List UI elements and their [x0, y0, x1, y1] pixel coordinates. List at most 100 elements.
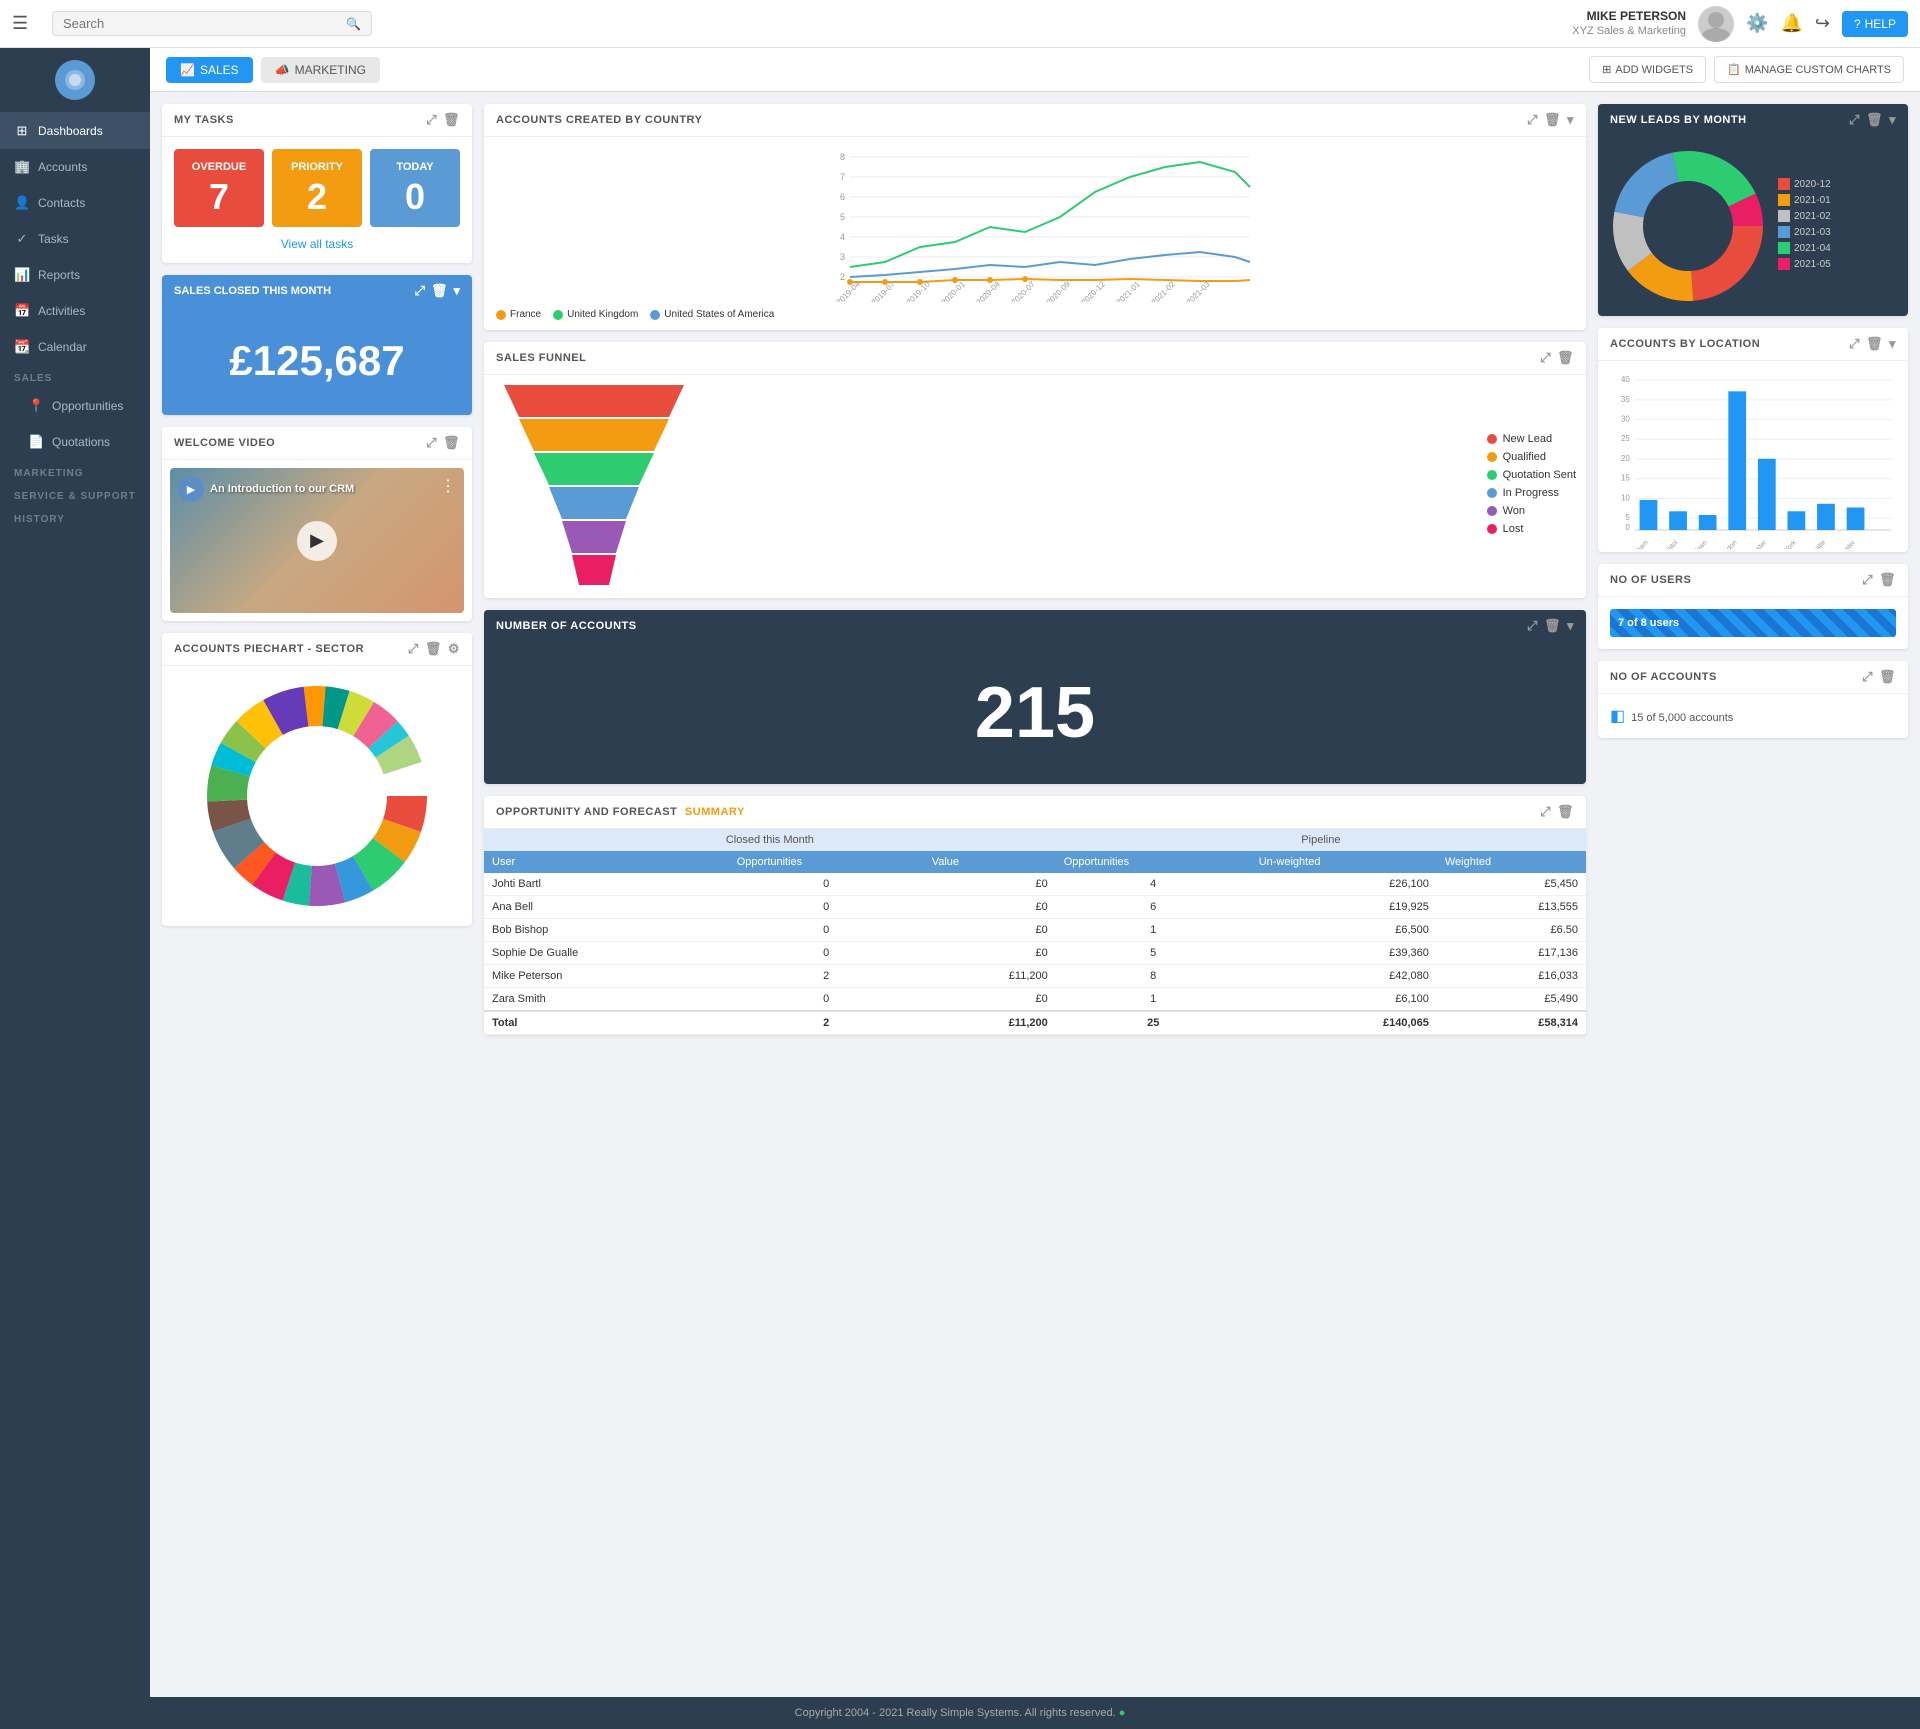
cell-total-label: Total	[484, 1011, 729, 1035]
welcome-video-widget: WELCOME VIDEO ⤢ 🗑 ▶ An Introduction to o…	[162, 427, 472, 621]
welcome-video-header: WELCOME VIDEO ⤢ 🗑	[162, 427, 472, 460]
sales-closed-actions: ⤢ 🗑 ▾	[415, 283, 460, 299]
bell-icon[interactable]: 🔔	[1780, 13, 1802, 34]
svg-text:2021-02: 2021-02	[1150, 279, 1178, 302]
sidebar-item-contacts[interactable]: 👤 Contacts	[0, 185, 150, 221]
svg-text:London: London	[1717, 539, 1738, 549]
svg-text:2021-01: 2021-01	[1115, 279, 1143, 302]
expand-icon[interactable]: ⤢	[1862, 572, 1873, 588]
number-of-accounts-actions: ⤢ 🗑 ▾	[1527, 618, 1574, 634]
sidebar-item-tasks[interactable]: ✓ Tasks	[0, 221, 150, 257]
delete-icon[interactable]: 🗑	[1557, 804, 1574, 820]
new-leads-donut-svg	[1608, 146, 1768, 306]
delete-icon[interactable]: 🗑	[425, 641, 442, 657]
svg-text:New York: New York	[1772, 539, 1798, 549]
marketing-tab[interactable]: 📣 MARKETING	[261, 57, 380, 83]
manage-charts-button[interactable]: 📋 MANAGE CUSTOM CHARTS	[1714, 56, 1904, 83]
expand-icon[interactable]: ⤢	[426, 435, 437, 451]
settings-icon[interactable]: ⚙️	[1746, 13, 1768, 34]
overdue-num: 7	[186, 179, 252, 215]
chevron-down-icon[interactable]: ▾	[1889, 112, 1896, 128]
accounts-by-country-actions: ⤢ 🗑 ▾	[1527, 112, 1574, 128]
logout-icon[interactable]: ↪	[1815, 13, 1830, 34]
delete-icon[interactable]: 🗑	[443, 435, 460, 451]
table-row: Mike Peterson 2 £11,200 8 £42,080 £16,03…	[484, 965, 1586, 988]
green-dot: ●	[1119, 1707, 1126, 1719]
delete-icon[interactable]: 🗑	[1544, 112, 1561, 128]
accounts-by-location-header: ACCOUNTS BY LOCATION ⤢ 🗑 ▾	[1598, 328, 1908, 361]
expand-icon[interactable]: ⤢	[1862, 669, 1873, 685]
sidebar-item-dashboards[interactable]: ⊞ Dashboards	[0, 113, 150, 149]
hamburger-icon[interactable]: ☰	[12, 13, 44, 34]
delete-icon[interactable]: 🗑	[1866, 336, 1883, 352]
sidebar-item-quotations[interactable]: 📄 Quotations	[0, 424, 150, 460]
expand-icon[interactable]: ⤢	[1527, 618, 1538, 634]
expand-icon[interactable]: ⤢	[1849, 112, 1860, 128]
svg-text:2020-09: 2020-09	[1045, 279, 1073, 302]
cell-closed-val: £11,200	[924, 965, 1056, 988]
chevron-down-icon[interactable]: ▾	[1889, 336, 1896, 352]
cell-weighted: £5,450	[1437, 873, 1586, 896]
play-button[interactable]: ▶	[297, 521, 337, 561]
sales-funnel-header: SALES FUNNEL ⤢ 🗑	[484, 342, 1586, 375]
sales-tab[interactable]: 📈 SALES	[166, 57, 253, 83]
delete-icon[interactable]: 🗑	[1557, 350, 1574, 366]
expand-icon[interactable]: ⤢	[1540, 804, 1551, 820]
chevron-down-icon[interactable]: ▾	[453, 283, 460, 299]
expand-icon[interactable]: ⤢	[408, 641, 419, 657]
color-2021-04	[1778, 242, 1790, 254]
settings-icon[interactable]: ⚙	[448, 641, 460, 657]
col-unweighted: Un-weighted	[1251, 851, 1437, 873]
opp-forecast-actions: ⤢ 🗑	[1540, 804, 1574, 820]
sidebar-item-accounts[interactable]: 🏢 Accounts	[0, 149, 150, 185]
cell-weighted: £17,136	[1437, 942, 1586, 965]
chevron-down-icon[interactable]: ▾	[1567, 618, 1574, 634]
delete-icon[interactable]: 🗑	[431, 283, 448, 299]
color-2021-05	[1778, 258, 1790, 270]
svg-text:25: 25	[1621, 434, 1630, 443]
add-widgets-button[interactable]: ⊞ ADD WIDGETS	[1589, 56, 1706, 83]
delete-icon[interactable]: 🗑	[1879, 669, 1896, 685]
sidebar-item-calendar[interactable]: 📆 Calendar	[0, 329, 150, 365]
expand-icon[interactable]: ⤢	[415, 283, 425, 299]
footer-text: Copyright 2004 - 2021 Really Simple Syst…	[795, 1707, 1116, 1719]
chevron-down-icon[interactable]: ▾	[1567, 112, 1574, 128]
sidebar-item-reports[interactable]: 📊 Reports	[0, 257, 150, 293]
video-thumbnail[interactable]: ▶ An Introduction to our CRM ▶ ⋮	[170, 468, 464, 613]
delete-icon[interactable]: 🗑	[1866, 112, 1883, 128]
my-tasks-widget: MY TASKS ⤢ 🗑 OVERDUE 7	[162, 104, 472, 263]
expand-icon[interactable]: ⤢	[1849, 336, 1860, 352]
help-button[interactable]: ? HELP	[1842, 11, 1908, 37]
expand-icon[interactable]: ⤢	[1540, 350, 1551, 366]
left-column: MY TASKS ⤢ 🗑 OVERDUE 7	[162, 104, 472, 1035]
expand-icon[interactable]: ⤢	[426, 112, 437, 128]
view-all-link[interactable]: View all tasks	[281, 237, 353, 251]
delete-icon[interactable]: 🗑	[1544, 618, 1561, 634]
video-menu-icon[interactable]: ⋮	[440, 476, 456, 496]
search-input[interactable]	[63, 16, 340, 31]
cell-closed-opp: 0	[729, 988, 924, 1012]
svg-text:2020-07: 2020-07	[1010, 279, 1038, 302]
cell-total-unweighted: £140,065	[1251, 1011, 1437, 1035]
no-of-accounts-widget: NO OF ACCOUNTS ⤢ 🗑 ◧ 15 of 5,000 account…	[1598, 661, 1908, 738]
my-tasks-body: OVERDUE 7 PRIORITY 2 TODAY 0	[162, 137, 472, 263]
expand-icon[interactable]: ⤢	[1527, 112, 1538, 128]
sidebar-item-opportunities[interactable]: 📍 Opportunities	[0, 388, 150, 424]
search-icon[interactable]: 🔍	[346, 17, 361, 31]
bar-chart-svg: 40 35 30 25 20 15 10 5 0	[1610, 369, 1896, 549]
logo-circle	[55, 60, 95, 100]
delete-icon[interactable]: 🗑	[1879, 572, 1896, 588]
no-of-accounts-body: ◧ 15 of 5,000 accounts	[1598, 694, 1908, 738]
number-of-accounts-header: NUMBER OF ACCOUNTS ⤢ 🗑 ▾	[484, 610, 1586, 642]
middle-column: ACCOUNTS CREATED BY COUNTRY ⤢ 🗑 ▾	[484, 104, 1586, 1035]
bar-winchester	[1847, 508, 1865, 530]
user-name: MIKE PETERSON	[1572, 9, 1686, 25]
sidebar-item-activities[interactable]: 📅 Activities	[0, 293, 150, 329]
delete-icon[interactable]: 🗑	[443, 112, 460, 128]
color-2021-03	[1778, 226, 1790, 238]
cell-closed-opp: 0	[729, 873, 924, 896]
opportunities-icon: 📍	[28, 398, 44, 414]
france-dot	[496, 310, 506, 320]
toolbar: 📈 SALES 📣 MARKETING ⊞ ADD WIDGETS 📋 MANA…	[150, 48, 1920, 92]
accounts-by-location-actions: ⤢ 🗑 ▾	[1849, 336, 1896, 352]
